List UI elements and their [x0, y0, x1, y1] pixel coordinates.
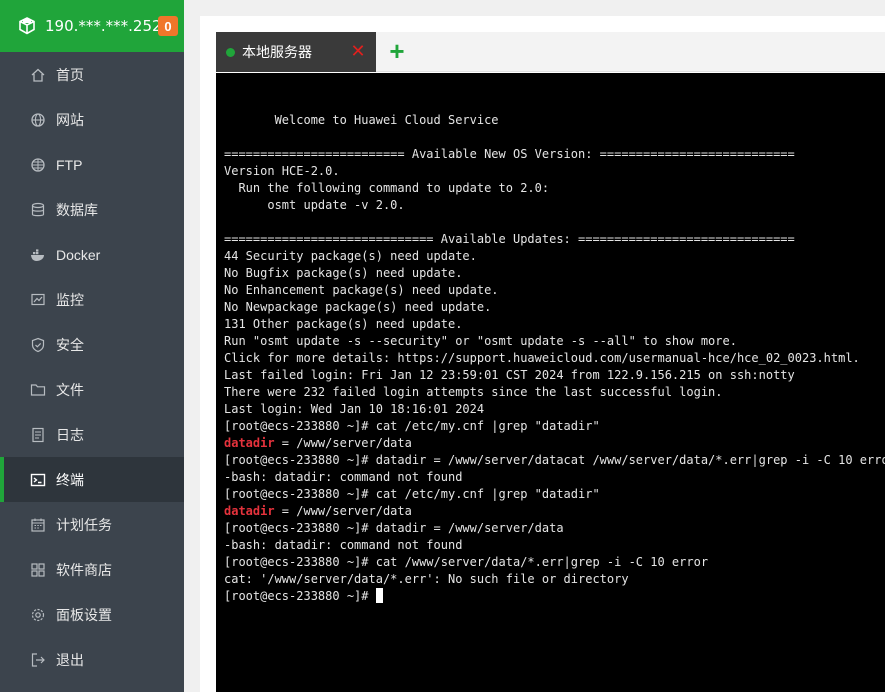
terminal-line: Version HCE-2.0.	[224, 164, 340, 178]
terminal-line: -bash: datadir: command not found	[224, 538, 463, 552]
terminal-tabbar: 本地服务器 ✕ +	[216, 32, 885, 72]
sidebar-nav: 首页网站 FTP 数据库 Docker 监控安全文件日志终端计划任务软件商店面板设置退出	[0, 52, 184, 682]
sidebar-item-calendar[interactable]: 计划任务	[0, 502, 184, 547]
terminal-line: There were 232 failed login attempts sin…	[224, 385, 723, 399]
terminal-line: [root@ecs-233880 ~]# datadir = /www/serv…	[224, 521, 564, 535]
terminal-line: ============================= Available …	[224, 232, 795, 246]
terminal-line: Welcome to Huawei Cloud Service	[224, 113, 499, 127]
sidebar-item-label: 日志	[56, 426, 84, 443]
terminal-line: cat: '/www/server/data/*.err': No such f…	[224, 572, 629, 586]
sidebar-item-label: 数据库	[56, 201, 98, 218]
sidebar-item-home[interactable]: 首页	[0, 52, 184, 97]
calendar-icon	[30, 517, 46, 533]
globe-icon	[30, 112, 46, 128]
terminal-line: No Enhancement package(s) need update.	[224, 283, 499, 297]
terminal-line: osmt update -v 2.0.	[224, 198, 405, 212]
close-icon[interactable]: ✕	[350, 42, 366, 60]
alert-count-badge[interactable]: 0	[158, 16, 178, 36]
sidebar-item-label: 安全	[56, 336, 84, 353]
terminal-line: [root@ecs-233880 ~]# datadir = /www/serv…	[224, 453, 885, 467]
terminal-line: Run "osmt update -s --security" or "osmt…	[224, 334, 737, 348]
sidebar-item-label: FTP	[56, 156, 83, 173]
terminal-line: Run the following command to update to 2…	[224, 181, 550, 195]
sidebar-item-apps[interactable]: 软件商店	[0, 547, 184, 592]
grep-match: datadir	[224, 504, 275, 518]
terminal-line: Click for more details: https://support.…	[224, 351, 860, 365]
sidebar-item-docker[interactable]: Docker	[0, 232, 184, 277]
sidebar-item-label: 终端	[56, 471, 84, 488]
terminal-line: 44 Security package(s) need update.	[224, 249, 477, 263]
sidebar-item-label: Docker	[56, 246, 101, 263]
terminal-line: 131 Other package(s) need update.	[224, 317, 463, 331]
apps-icon	[30, 562, 46, 578]
terminal-line: ========================= Available New …	[224, 147, 795, 161]
sidebar-item-label: 监控	[56, 291, 84, 308]
sidebar-item-label: 面板设置	[56, 606, 112, 623]
tab-label: 本地服务器	[242, 44, 312, 60]
terminal-line: Last login: Wed Jan 10 18:16:01 2024	[224, 402, 485, 416]
folder-icon	[30, 382, 46, 398]
terminal-line: No Bugfix package(s) need update.	[224, 266, 463, 280]
database-icon	[30, 202, 46, 218]
sidebar-item-log[interactable]: 日志	[0, 412, 184, 457]
gear-icon	[30, 607, 46, 623]
add-tab-icon[interactable]: +	[386, 38, 408, 64]
sidebar-item-label: 首页	[56, 66, 84, 83]
sidebar-item-logout[interactable]: 退出	[0, 637, 184, 682]
sidebar-item-label: 网站	[56, 111, 84, 128]
sidebar-item-label: 文件	[56, 381, 84, 398]
connection-status-dot	[226, 47, 235, 57]
terminal-line: Last failed login: Fri Jan 12 23:59:01 C…	[224, 368, 795, 382]
sidebar-item-terminal[interactable]: 终端	[0, 457, 184, 502]
terminal-icon	[30, 472, 46, 488]
sidebar-item-shield[interactable]: 安全	[0, 322, 184, 367]
logout-icon	[30, 652, 46, 668]
terminal-line: datadir = /www/server/data	[224, 504, 412, 518]
terminal-line: [root@ecs-233880 ~]# cat /www/server/dat…	[224, 555, 709, 569]
terminal-line: -bash: datadir: command not found	[224, 470, 463, 484]
terminal-line: [root@ecs-233880 ~]#	[224, 588, 877, 605]
sidebar-item-database[interactable]: 数据库	[0, 187, 184, 232]
server-ip: 190.***.***.252	[45, 17, 162, 35]
docker-icon	[30, 247, 46, 263]
sidebar: 190.***.***.252 0 首页网站 FTP 数据库 Docker 监控安全文件…	[0, 0, 184, 692]
terminal-line: No Newpackage package(s) need update.	[224, 300, 492, 314]
main-panel: 本地服务器 ✕ + Welcome to Huawei Cloud Servic…	[200, 16, 885, 692]
terminal-line: datadir = /www/server/data	[224, 436, 412, 450]
shield-icon	[30, 337, 46, 353]
server-cube-icon	[18, 17, 36, 35]
terminal-cursor	[375, 588, 383, 603]
sidebar-item-folder[interactable]: 文件	[0, 367, 184, 412]
sidebar-item-monitor[interactable]: 监控	[0, 277, 184, 322]
sidebar-item-globe[interactable]: 网站	[0, 97, 184, 142]
monitor-icon	[30, 292, 46, 308]
terminal-output[interactable]: Welcome to Huawei Cloud Service =========…	[216, 73, 885, 692]
log-icon	[30, 427, 46, 443]
terminal-line: [root@ecs-233880 ~]# cat /etc/my.cnf |gr…	[224, 487, 600, 501]
tab-local-server[interactable]: 本地服务器 ✕	[216, 32, 376, 72]
sidebar-item-label: 计划任务	[56, 516, 112, 533]
terminal-line: [root@ecs-233880 ~]# cat /etc/my.cnf |gr…	[224, 419, 600, 433]
ftp-globe-icon	[30, 157, 46, 173]
sidebar-item-label: 软件商店	[56, 561, 112, 578]
grep-match: datadir	[224, 436, 275, 450]
server-header[interactable]: 190.***.***.252 0	[0, 0, 184, 52]
sidebar-item-gear[interactable]: 面板设置	[0, 592, 184, 637]
sidebar-item-ftp-globe[interactable]: FTP	[0, 142, 184, 187]
home-icon	[30, 67, 46, 83]
sidebar-item-label: 退出	[56, 651, 84, 668]
